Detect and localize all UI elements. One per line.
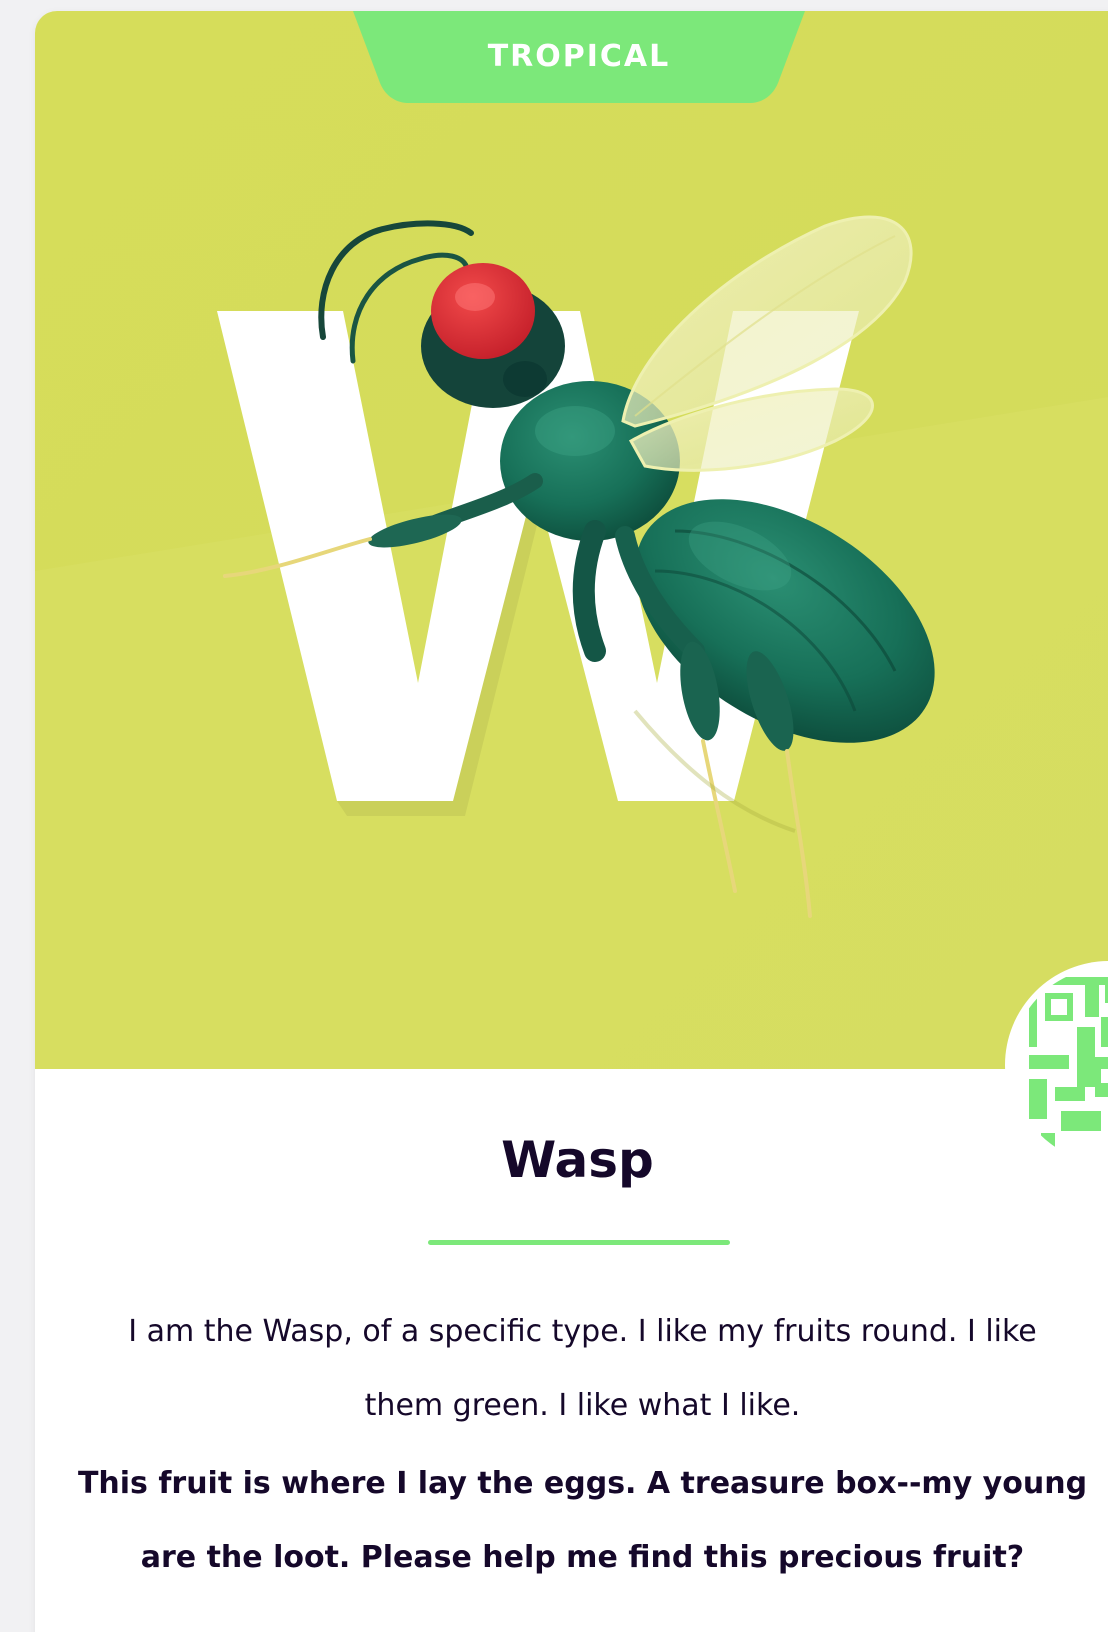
story-paragraph: This fruit is where I lay the eggs. A tr… [77, 1466, 1088, 1575]
page: TROPICAL Wasp I am the Wasp, of a specif… [0, 0, 1108, 1632]
insect-card[interactable]: TROPICAL Wasp I am the Wasp, of a specif… [35, 11, 1108, 1632]
card-content: Wasp I am the Wasp, of a specific type. … [35, 1069, 1108, 1629]
hero-illustration [35, 11, 1108, 1069]
hero-image [35, 11, 1108, 1069]
title-divider [428, 1240, 730, 1245]
card-title: Wasp [501, 1131, 654, 1189]
category-label: TROPICAL [487, 39, 671, 74]
description-paragraph: I am the Wasp, of a specific type. I lik… [128, 1314, 1037, 1423]
